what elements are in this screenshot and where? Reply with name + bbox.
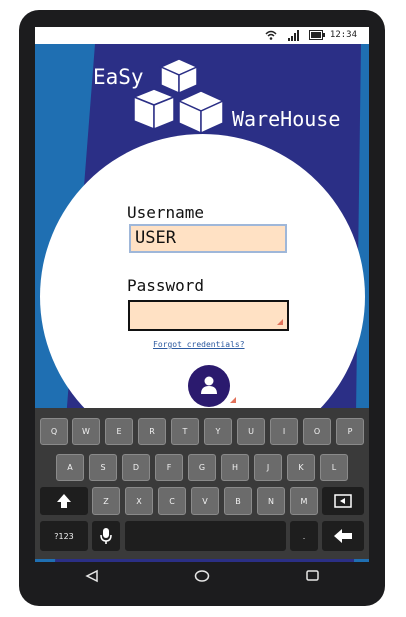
status-time: 12:34 — [329, 30, 357, 40]
app-title-warehouse: WareHouse — [232, 107, 341, 131]
key-e[interactable]: E — [105, 418, 133, 445]
key-n[interactable]: N — [257, 487, 285, 515]
username-input[interactable]: USER — [129, 224, 287, 253]
backspace-icon — [334, 494, 352, 508]
key-j[interactable]: J — [254, 454, 282, 481]
back-triangle-icon[interactable] — [85, 569, 99, 583]
backspace-key[interactable] — [322, 487, 364, 515]
user-icon — [201, 376, 217, 394]
key-q[interactable]: Q — [40, 418, 68, 445]
key-o[interactable]: O — [303, 418, 331, 445]
symbols-key[interactable]: ?123 — [40, 521, 88, 551]
signal-icon — [288, 30, 299, 41]
key-c[interactable]: C — [158, 487, 186, 515]
app-screen: 12:34 EaSy WareHouse Username USER Passw… — [35, 27, 369, 562]
recent-square-icon[interactable] — [305, 569, 319, 583]
wifi-icon — [265, 30, 277, 40]
key-z[interactable]: Z — [92, 487, 120, 515]
key-f[interactable]: F — [155, 454, 183, 481]
cursor-arrow-icon — [230, 397, 236, 403]
battery-icon — [309, 30, 325, 40]
password-input[interactable] — [128, 300, 289, 331]
resize-arrow-icon — [277, 319, 283, 325]
status-bar: 12:34 — [35, 27, 369, 44]
enter-arrow-icon — [334, 529, 352, 543]
space-key[interactable] — [125, 521, 286, 551]
navigation-bar — [35, 562, 369, 590]
key-d[interactable]: D — [122, 454, 150, 481]
shift-key[interactable] — [40, 487, 88, 515]
shift-up-arrow-icon — [57, 494, 71, 508]
key-t[interactable]: T — [171, 418, 199, 445]
forgot-credentials-link[interactable]: Forgot credentials? — [153, 340, 245, 349]
mic-key[interactable] — [92, 521, 120, 551]
virtual-keyboard: Q W E R T Y U I O P A S D F G H J K L Z … — [35, 408, 369, 559]
key-r[interactable]: R — [138, 418, 166, 445]
username-label: Username — [127, 203, 205, 222]
key-b[interactable]: B — [224, 487, 252, 515]
login-button[interactable] — [188, 365, 230, 407]
password-label: Password — [127, 276, 205, 295]
key-p[interactable]: P — [336, 418, 364, 445]
key-y[interactable]: Y — [204, 418, 232, 445]
microphone-icon — [100, 528, 112, 544]
key-w[interactable]: W — [72, 418, 100, 445]
key-l[interactable]: L — [320, 454, 348, 481]
key-x[interactable]: X — [125, 487, 153, 515]
key-k[interactable]: K — [287, 454, 315, 481]
key-v[interactable]: V — [191, 487, 219, 515]
key-i[interactable]: I — [270, 418, 298, 445]
key-u[interactable]: U — [237, 418, 265, 445]
period-key[interactable]: . — [290, 521, 318, 551]
home-circle-icon[interactable] — [194, 569, 210, 583]
key-h[interactable]: H — [221, 454, 249, 481]
key-a[interactable]: A — [56, 454, 84, 481]
key-s[interactable]: S — [89, 454, 117, 481]
cubes-logo-icon — [131, 58, 225, 135]
key-m[interactable]: M — [290, 487, 318, 515]
key-g[interactable]: G — [188, 454, 216, 481]
enter-key[interactable] — [322, 521, 364, 551]
